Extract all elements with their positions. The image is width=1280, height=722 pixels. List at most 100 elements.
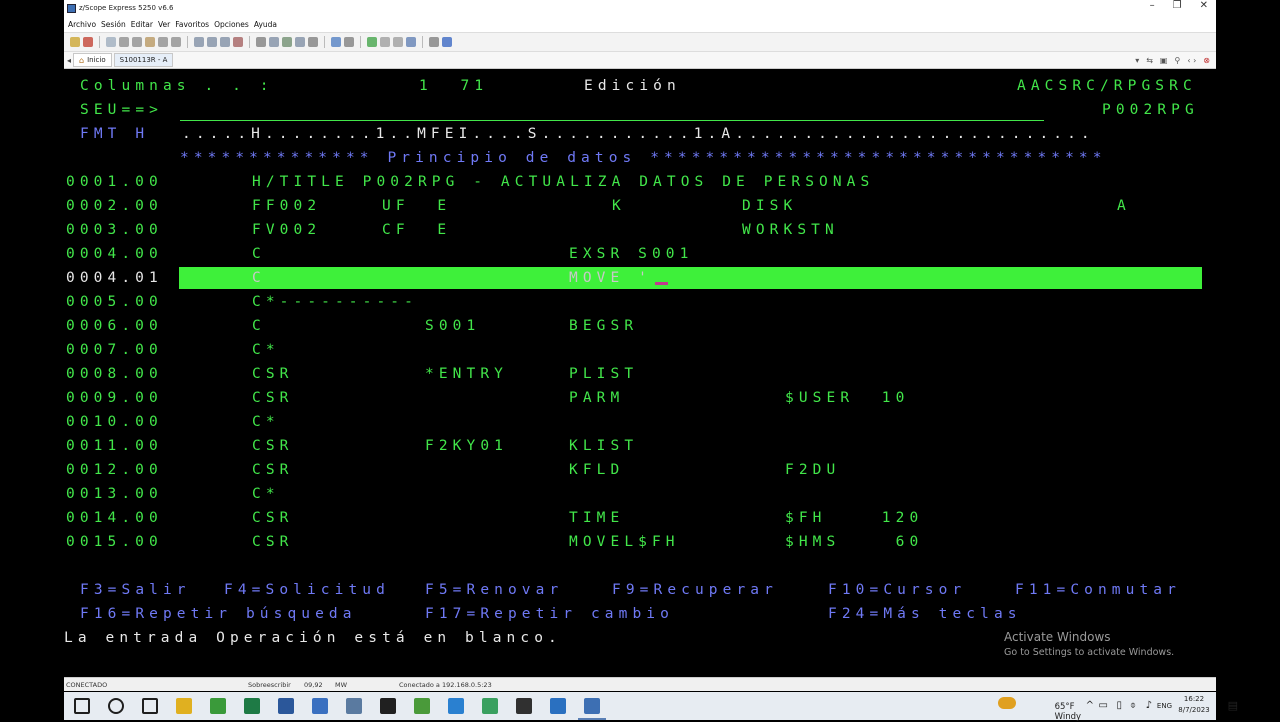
word-icon[interactable] — [278, 698, 294, 714]
app-icon-3[interactable] — [414, 698, 430, 714]
cut-icon[interactable] — [119, 37, 129, 47]
undo-icon[interactable] — [158, 37, 168, 47]
layout-icon[interactable]: ▣ — [1160, 56, 1168, 65]
nav-icon[interactable]: ‹ › — [1187, 56, 1196, 65]
task-view-icon[interactable] — [142, 698, 158, 714]
close-button[interactable]: ✕ — [1200, 0, 1208, 11]
function-key-1: F4=Solicitud — [224, 582, 390, 598]
source-field: CSR — [252, 534, 294, 550]
window-icon[interactable] — [429, 37, 439, 47]
tab-session[interactable]: S100113R - A — [113, 53, 174, 67]
copy-screen-icon[interactable] — [207, 37, 217, 47]
dropdown-icon[interactable]: ▾ — [1135, 56, 1139, 65]
new-icon[interactable] — [106, 37, 116, 47]
tray-chevron-icon[interactable]: ^ — [1086, 700, 1094, 711]
stop-icon[interactable] — [380, 37, 390, 47]
maximize-button[interactable]: ❐ — [1173, 0, 1182, 11]
source-line[interactable]: 0009.00 CSR PARM $USER 10 — [64, 386, 1216, 410]
help-icon[interactable] — [442, 37, 452, 47]
menu-favoritos[interactable]: Favoritos — [175, 20, 209, 29]
weather-icon[interactable] — [998, 697, 1016, 709]
app-icon-4[interactable] — [448, 698, 464, 714]
notifications-icon[interactable]: ▤ — [1228, 699, 1238, 712]
tray-app-icon[interactable]: ▯ — [1116, 700, 1122, 711]
menu-ver[interactable]: Ver — [158, 20, 170, 29]
delete-icon[interactable] — [171, 37, 181, 47]
clock-date[interactable]: 8/7/2023 — [1178, 706, 1210, 714]
photos-icon[interactable] — [550, 698, 566, 714]
menu-archivo[interactable]: Archivo — [68, 20, 96, 29]
tab-scroll-left-icon[interactable]: ◂ — [67, 56, 71, 65]
source-line[interactable]: 0014.00 CSR TIME $FH 120 — [64, 506, 1216, 530]
source-field: UF E — [382, 198, 452, 214]
source-field: EXSR S001 — [569, 246, 694, 262]
function-keys-row2: F16=Repetir búsqueda F17=Repetir cambio F2… — [64, 602, 1216, 626]
transfer-icon[interactable] — [295, 37, 305, 47]
source-field: *ENTRY — [425, 366, 508, 382]
source-line[interactable]: 0015.00 CSR MOVEL$FH $HMS 60 — [64, 530, 1216, 554]
macro-icon[interactable] — [269, 37, 279, 47]
source-field: CSR — [252, 510, 294, 526]
connect-icon[interactable] — [70, 37, 80, 47]
source-line[interactable]: 0001.00 H/TITLE P002RPG - ACTUALIZA DATOS… — [64, 170, 1216, 194]
menu-opciones[interactable]: Opciones — [214, 20, 249, 29]
menu-editar[interactable]: Editar — [131, 20, 153, 29]
settings-icon[interactable] — [256, 37, 266, 47]
source-line[interactable]: 0002.00 FF002 UF E K DISK A — [64, 194, 1216, 218]
app-icon-1[interactable] — [312, 698, 328, 714]
connection-state: CONECTADO — [66, 681, 108, 689]
print-icon[interactable] — [233, 37, 243, 47]
chrome-icon[interactable] — [210, 698, 226, 714]
sync-icon[interactable]: ⇆ — [1146, 56, 1153, 65]
select-icon[interactable] — [194, 37, 204, 47]
file-explorer-icon[interactable] — [176, 698, 192, 714]
source-line[interactable]: 0006.00 C S001 BEGSR — [64, 314, 1216, 338]
disconnect-icon[interactable] — [83, 37, 93, 47]
record-icon[interactable] — [282, 37, 292, 47]
source-line[interactable]: 0005.00 C*---------- — [64, 290, 1216, 314]
terminal-icon[interactable] — [380, 698, 396, 714]
terminal-screen[interactable]: Columnas . . : 1 71 Edición AACSRC/RPGSRC S… — [64, 70, 1216, 676]
weather-text[interactable]: 65°F Windy — [1055, 702, 1081, 722]
source-line[interactable]: 0008.00 CSR *ENTRY PLIST — [64, 362, 1216, 386]
go-icon[interactable] — [367, 37, 377, 47]
source-line[interactable]: 0013.00 C* — [64, 482, 1216, 506]
search-icon[interactable] — [108, 698, 124, 714]
layout-icon[interactable] — [331, 37, 341, 47]
source-line[interactable]: 0003.00 FV002 CF E WORKSTN — [64, 218, 1216, 242]
keyboard-icon[interactable] — [308, 37, 318, 47]
copy-icon[interactable] — [132, 37, 142, 47]
windows-taskbar: 65°F Windy ^ ▭ ▯ ⌽ ♪ ENG 16:22 8/7/2023 … — [64, 692, 1238, 722]
menu-ayuda[interactable]: Ayuda — [254, 20, 277, 29]
app-icon-2[interactable] — [346, 698, 362, 714]
source-line[interactable]: 0004.01 C MOVE ' — [64, 266, 1216, 290]
source-field: BEGSR — [569, 318, 639, 334]
source-line[interactable]: 0011.00 CSR F2KY01 KLIST — [64, 434, 1216, 458]
network-icon[interactable]: ▭ — [1099, 700, 1108, 711]
menu-sesion[interactable]: Sesión — [101, 20, 126, 29]
source-line[interactable]: 0010.00 C* — [64, 410, 1216, 434]
language-indicator[interactable]: ENG — [1157, 702, 1172, 710]
refresh-icon[interactable] — [393, 37, 403, 47]
capture-icon[interactable] — [344, 37, 354, 47]
source-field: PLIST — [569, 366, 639, 382]
source-line[interactable]: 0004.00 C EXSR S001 — [64, 242, 1216, 266]
start-icon[interactable] — [74, 698, 90, 714]
page-icon[interactable] — [220, 37, 230, 47]
app-icon-5[interactable] — [482, 698, 498, 714]
tab-inicio[interactable]: ⌂ Inicio — [73, 53, 112, 67]
source-line[interactable]: 0007.00 C* — [64, 338, 1216, 362]
screen-icon[interactable] — [406, 37, 416, 47]
minimize-button[interactable]: – — [1150, 0, 1155, 11]
mic-icon[interactable]: ⌽ — [1130, 700, 1136, 711]
volume-icon[interactable]: ♪ — [1146, 700, 1152, 711]
source-field: CF E — [382, 222, 452, 238]
close-session-icon[interactable]: ⊗ — [1203, 56, 1210, 65]
obs-icon[interactable] — [516, 698, 532, 714]
zscope-icon[interactable] — [578, 698, 606, 720]
excel-icon[interactable] — [244, 698, 260, 714]
paste-icon[interactable] — [145, 37, 155, 47]
clock-time[interactable]: 16:22 — [1178, 695, 1210, 703]
source-line[interactable]: 0012.00 CSR KFLD F2DU — [64, 458, 1216, 482]
pin-icon[interactable]: ⚲ — [1174, 56, 1180, 65]
